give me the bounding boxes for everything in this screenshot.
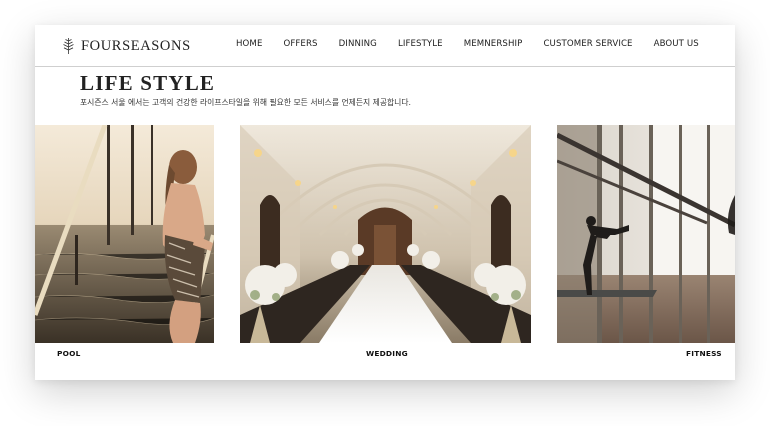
brand-name: FOURSEASONS: [81, 37, 191, 54]
pool-image: [35, 125, 214, 343]
caption-pool[interactable]: POOL: [57, 349, 81, 358]
nav-item-membership[interactable]: MEMNERSHIP: [464, 39, 523, 49]
page-description: 포시즌스 서울 에서는 고객의 건강한 라이프스타일을 위해 필요한 모든 서비…: [80, 98, 412, 107]
nav-item-dinning[interactable]: DINNING: [339, 39, 377, 49]
main-nav: HOME OFFERS DINNING LIFESTYLE MEMNERSHIP…: [236, 39, 699, 49]
nav-item-home[interactable]: HOME: [236, 39, 262, 49]
nav-item-customer-service[interactable]: CUSTOMER SERVICE: [543, 39, 632, 49]
page-card: FOURSEASONS HOME OFFERS DINNING LIFESTYL…: [35, 25, 735, 380]
fitness-image: [557, 125, 735, 343]
fitness-photo[interactable]: [557, 125, 735, 343]
nav-item-offers[interactable]: OFFERS: [283, 39, 317, 49]
leaf-icon: [63, 38, 74, 54]
brand-logo[interactable]: FOURSEASONS: [62, 36, 191, 56]
wedding-image: [240, 125, 531, 343]
caption-fitness[interactable]: FITNESS: [686, 349, 722, 358]
page-title: LIFE STYLE: [80, 71, 216, 95]
nav-item-about-us[interactable]: ABOUT US: [654, 39, 699, 49]
caption-wedding[interactable]: WEDDING: [366, 349, 408, 358]
pool-photo[interactable]: [35, 125, 214, 343]
site-header: FOURSEASONS HOME OFFERS DINNING LIFESTYL…: [35, 25, 735, 67]
wedding-photo[interactable]: [240, 125, 531, 343]
nav-item-lifestyle[interactable]: LIFESTYLE: [398, 39, 443, 49]
